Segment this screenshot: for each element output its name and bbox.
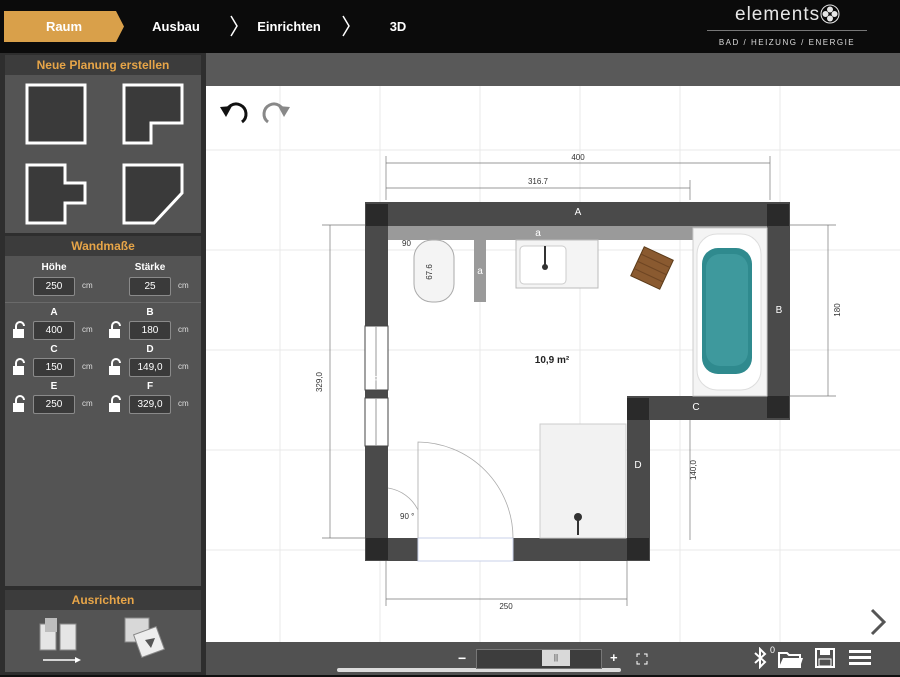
menu-icon[interactable] <box>849 650 871 666</box>
wall-label-d: D <box>634 460 641 471</box>
zoom-out-button[interactable]: − <box>458 650 466 666</box>
wall-e-input[interactable]: 250 <box>33 395 75 414</box>
sidebar: Neue Planung erstellen Wandmaße Höhe 250… <box>0 53 206 675</box>
wall-a-input[interactable]: 400 <box>33 321 75 340</box>
wall-c-input[interactable]: 150 <box>33 358 75 377</box>
unit-label: cm <box>82 325 93 334</box>
angle-label: 90 ° <box>400 512 414 521</box>
unlock-icon[interactable] <box>108 395 124 413</box>
wall-dimensions-panel: Höhe 250 cm Stärke 25 cm A 400 cm B 180 … <box>5 256 201 586</box>
unlock-icon[interactable] <box>12 358 28 376</box>
chevron-right-icon <box>230 15 238 37</box>
room-shape-panel <box>5 75 201 233</box>
zoom-slider-handle[interactable]: || <box>542 650 570 666</box>
unit-label: cm <box>82 399 93 408</box>
shape-square-button[interactable] <box>25 83 87 145</box>
zoom-slider[interactable] <box>476 649 602 669</box>
segment-label-a: a <box>535 228 541 239</box>
redo-icon[interactable] <box>262 102 290 124</box>
wall-d-label: D <box>146 344 154 355</box>
next-arrow-icon[interactable] <box>870 608 887 636</box>
partition-label: a <box>477 266 483 277</box>
step-einrichten[interactable]: Einrichten <box>250 0 328 53</box>
brand-logo: elements <box>735 4 821 25</box>
unit-label: cm <box>178 281 189 290</box>
dim-bottom: 250 <box>499 602 513 611</box>
chevron-right-icon <box>342 15 350 37</box>
height-input[interactable]: 250 <box>33 277 75 296</box>
bluetooth-badge: 0 <box>770 645 776 655</box>
dim-right: 180 <box>833 303 842 317</box>
dim-top-outer: 400 <box>571 153 585 162</box>
unit-label: cm <box>82 362 93 371</box>
washbasin[interactable] <box>515 239 599 289</box>
divider <box>5 302 201 303</box>
bluetooth-icon[interactable] <box>751 647 771 669</box>
wall-c-label: C <box>50 344 58 355</box>
shape-beveled-button[interactable] <box>122 163 184 225</box>
thickness-input[interactable]: 25 <box>129 277 171 296</box>
unlock-icon[interactable] <box>108 358 124 376</box>
bottom-toolbar: − || + 0 <box>206 642 900 675</box>
dim-inner-right: 140,0 <box>689 459 698 480</box>
save-icon[interactable] <box>815 648 835 668</box>
wall-label-c: C <box>692 402 699 413</box>
unit-label: cm <box>178 325 189 334</box>
wall-f-label: F <box>146 381 154 392</box>
toilet[interactable]: 67.6 <box>413 239 455 303</box>
logo-mark-icon <box>820 4 840 24</box>
svg-text:67.6: 67.6 <box>425 264 434 280</box>
door-swing <box>417 441 514 539</box>
align-title: Ausrichten <box>5 590 201 610</box>
unlock-icon[interactable] <box>12 395 28 413</box>
rotate-room-icon[interactable] <box>124 617 166 659</box>
room-area: 10,9 m² <box>535 355 570 366</box>
wall-d-input[interactable]: 149,0 <box>129 358 171 377</box>
wall-f-input[interactable]: 329,0 <box>129 395 171 414</box>
dim-left: 329,0 <box>315 371 324 392</box>
folder-icon[interactable] <box>778 649 804 669</box>
unit-label: cm <box>178 399 189 408</box>
step-raum[interactable]: Raum <box>4 11 124 42</box>
zoom-in-button[interactable]: + <box>610 650 618 665</box>
door-opening[interactable] <box>417 537 514 562</box>
wall-b-input[interactable]: 180 <box>129 321 171 340</box>
wall-label-b: B <box>776 305 783 316</box>
wooden-stool[interactable] <box>630 246 674 290</box>
wall-dimensions-title: Wandmaße <box>5 236 201 256</box>
fullscreen-icon[interactable] <box>636 653 648 665</box>
step-ausbau[interactable]: Ausbau <box>145 0 207 53</box>
new-plan-title: Neue Planung erstellen <box>5 55 201 75</box>
height-label: Höhe <box>41 262 67 273</box>
shape-l-corner-button[interactable] <box>122 83 184 145</box>
floor-plan-canvas[interactable]: 400 316.7 329,0 180 250 140,0 90 ° A B C… <box>206 53 900 642</box>
top-navigation-bar: Raum Ausbau Einrichten 3D elements BAD /… <box>0 0 900 53</box>
brand-tagline: BAD / HEIZUNG / ENERGIE <box>718 38 856 47</box>
unlock-icon[interactable] <box>108 321 124 339</box>
step-3d[interactable]: 3D <box>383 0 413 53</box>
align-panel <box>5 610 201 672</box>
wall-b-label: B <box>146 307 154 318</box>
undo-icon[interactable] <box>220 102 248 124</box>
wall-e-label: E <box>50 381 58 392</box>
bathtub[interactable] <box>692 227 768 397</box>
wall-label-f: F <box>373 375 379 386</box>
unit-label: cm <box>178 362 189 371</box>
thickness-label: Stärke <box>134 262 166 273</box>
shower-tray[interactable] <box>539 423 627 539</box>
unit-label: cm <box>82 281 93 290</box>
align-walls-icon[interactable] <box>39 618 81 663</box>
unlock-icon[interactable] <box>12 321 28 339</box>
shape-notched-button[interactable] <box>25 163 87 225</box>
wall-a-label: A <box>50 307 58 318</box>
wall-label-a: A <box>575 207 582 218</box>
logo-divider <box>707 30 867 31</box>
dim-top-inner: 316.7 <box>528 177 549 186</box>
small-angle-label: 90 <box>402 239 411 248</box>
